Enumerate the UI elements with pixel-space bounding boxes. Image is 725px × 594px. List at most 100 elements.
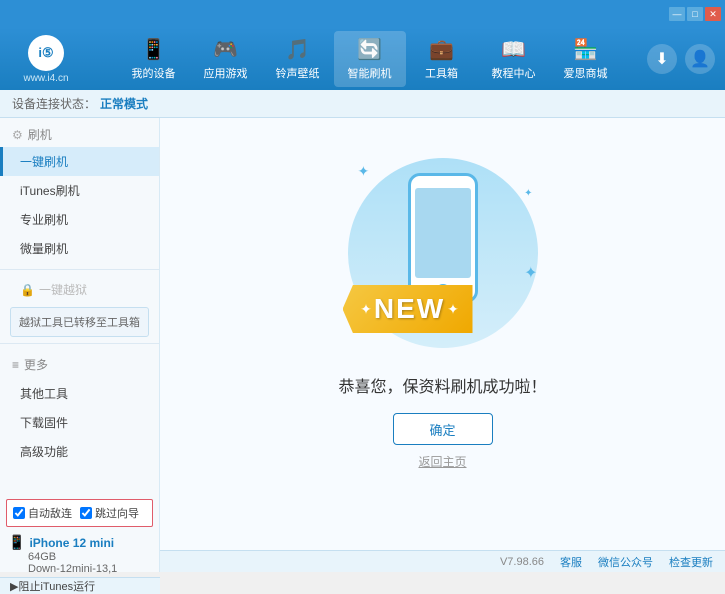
minimize-button[interactable]: — bbox=[669, 7, 685, 21]
wallpaper-icon: 🎵 bbox=[285, 37, 310, 62]
wallpaper-label: 铃声壁纸 bbox=[276, 65, 320, 81]
new-banner: ✦ NEW ✦ bbox=[343, 285, 473, 333]
auto-connect-checkbox-container[interactable]: 自动敌连 bbox=[13, 505, 72, 521]
sidebar-item-download-firmware[interactable]: 下载固件 bbox=[0, 408, 159, 437]
itunes-icon: ▶ bbox=[10, 580, 18, 593]
auto-connect-checkbox[interactable] bbox=[13, 507, 25, 519]
app-games-label: 应用游戏 bbox=[204, 65, 248, 81]
window-controls: — □ ✕ bbox=[669, 7, 721, 21]
tutorials-label: 教程中心 bbox=[492, 65, 536, 81]
store-icon: 🏪 bbox=[573, 37, 598, 62]
more-section-icon: ≡ bbox=[12, 358, 19, 372]
flash-section-icon: ⚙ bbox=[12, 128, 23, 142]
device-info-area: 📱 iPhone 12 mini 64GB Down-12mini-13,1 bbox=[0, 531, 159, 577]
jailbreak-label: 一键越狱 bbox=[39, 281, 87, 298]
logo-url: www.i4.cn bbox=[23, 73, 68, 84]
sidebar: ⚙ 刷机 一键刷机 iTunes刷机 专业刷机 微量刷机 🔒 一键越狱 越狱工具… bbox=[0, 118, 160, 495]
flash-section-label: 刷机 bbox=[28, 126, 52, 143]
device-model: Down-12mini-13,1 bbox=[28, 563, 151, 575]
sidebar-divider-1 bbox=[0, 269, 159, 270]
itunes-stop-button[interactable]: ▶ 阻止iTunes运行 bbox=[0, 577, 160, 594]
title-bar: — □ ✕ bbox=[0, 0, 725, 28]
device-storage: 64GB bbox=[28, 551, 151, 563]
pro-flash-label: 专业刷机 bbox=[20, 213, 68, 227]
device-name: iPhone 12 mini bbox=[29, 536, 114, 550]
auto-connect-label: 自动敌连 bbox=[28, 505, 72, 521]
info-box-text: 越狱工具已转移至工具箱 bbox=[19, 317, 140, 329]
flash-section-title: ⚙ 刷机 bbox=[0, 118, 159, 147]
sidebar-item-one-click-flash[interactable]: 一键刷机 bbox=[0, 147, 159, 176]
download-firmware-label: 下载固件 bbox=[20, 416, 68, 430]
toolbox-label: 工具箱 bbox=[425, 65, 458, 81]
logo-icon: i⑤ bbox=[28, 35, 64, 71]
app-games-icon: 🎮 bbox=[213, 37, 238, 62]
version-text: V7.98.66 bbox=[500, 556, 544, 568]
sparkle-icon-1: ✦ bbox=[358, 163, 370, 180]
bottom-status-bar: V7.98.66 客服 微信公众号 检查更新 bbox=[160, 550, 725, 572]
itunes-flash-label: iTunes刷机 bbox=[20, 184, 80, 198]
lower-layout: 自动敌连 跳过向导 📱 iPhone 12 mini 64GB Down-12m… bbox=[0, 495, 725, 572]
nav-bar: i⑤ www.i4.cn 📱 我的设备 🎮 应用游戏 🎵 铃声壁纸 🔄 智能刷机… bbox=[0, 28, 725, 90]
tutorials-icon: 📖 bbox=[501, 37, 526, 62]
more-section-label: 更多 bbox=[24, 356, 48, 373]
sidebar-item-advanced[interactable]: 高级功能 bbox=[0, 437, 159, 466]
toolbox-icon: 💼 bbox=[429, 37, 454, 62]
phone-screen bbox=[415, 188, 471, 278]
device-phone-icon: 📱 bbox=[8, 534, 25, 551]
other-tools-label: 其他工具 bbox=[20, 387, 68, 401]
success-illustration: ✦ ✦ ✦ ✦ NEW ✦ bbox=[333, 143, 553, 363]
lower-sidebar: 自动敌连 跳过向导 📱 iPhone 12 mini 64GB Down-12m… bbox=[0, 495, 160, 572]
lock-icon: 🔒 bbox=[20, 283, 35, 297]
success-title: 恭喜您，保资料刷机成功啦！ bbox=[338, 373, 546, 397]
nav-item-wallpaper[interactable]: 🎵 铃声壁纸 bbox=[262, 31, 334, 87]
nav-item-toolbox[interactable]: 💼 工具箱 bbox=[406, 31, 478, 87]
sidebar-item-save-flash[interactable]: 微量刷机 bbox=[0, 234, 159, 263]
sidebar-divider-2 bbox=[0, 343, 159, 344]
more-section-title: ≡ 更多 bbox=[0, 350, 159, 379]
save-flash-label: 微量刷机 bbox=[20, 242, 68, 256]
skip-wizard-checkbox-container[interactable]: 跳过向导 bbox=[80, 505, 139, 521]
skip-wizard-checkbox[interactable] bbox=[80, 507, 92, 519]
advanced-label: 高级功能 bbox=[20, 445, 68, 459]
confirm-button[interactable]: 确定 bbox=[393, 413, 493, 445]
phone-illustration bbox=[408, 173, 478, 303]
sparkle-icon-3: ✦ bbox=[524, 263, 537, 283]
wechat-link[interactable]: 微信公众号 bbox=[598, 554, 653, 570]
close-button[interactable]: ✕ bbox=[705, 7, 721, 21]
account-button[interactable]: 👤 bbox=[685, 44, 715, 74]
nav-item-app-games[interactable]: 🎮 应用游戏 bbox=[190, 31, 262, 87]
status-bar: 设备连接状态： 正常模式 bbox=[0, 90, 725, 118]
lower-main: V7.98.66 客服 微信公众号 检查更新 bbox=[160, 495, 725, 572]
star-right-icon: ✦ bbox=[447, 301, 459, 318]
logo[interactable]: i⑤ www.i4.cn bbox=[10, 34, 82, 84]
skip-wizard-label: 跳过向导 bbox=[95, 505, 139, 521]
maximize-button[interactable]: □ bbox=[687, 7, 703, 21]
nav-item-my-device[interactable]: 📱 我的设备 bbox=[118, 31, 190, 87]
sidebar-item-other-tools[interactable]: 其他工具 bbox=[0, 379, 159, 408]
status-value: 正常模式 bbox=[100, 95, 148, 112]
nav-item-store[interactable]: 🏪 爱思商城 bbox=[550, 31, 622, 87]
nav-item-tutorials[interactable]: 📖 教程中心 bbox=[478, 31, 550, 87]
store-label: 爱思商城 bbox=[564, 65, 608, 81]
sidebar-info-box: 越狱工具已转移至工具箱 bbox=[10, 307, 149, 337]
content-area: ✦ ✦ ✦ ✦ NEW ✦ 恭喜您，保资料刷机成功啦！ 确定 返回主页 bbox=[160, 118, 725, 495]
nav-items: 📱 我的设备 🎮 应用游戏 🎵 铃声壁纸 🔄 智能刷机 💼 工具箱 📖 教程中心… bbox=[92, 31, 647, 87]
customer-service-link[interactable]: 客服 bbox=[560, 554, 582, 570]
itunes-stop-label: 阻止iTunes运行 bbox=[18, 578, 95, 594]
smart-flash-icon: 🔄 bbox=[357, 37, 382, 62]
download-button[interactable]: ⬇ bbox=[647, 44, 677, 74]
new-badge-text: NEW bbox=[374, 293, 445, 325]
smart-flash-label: 智能刷机 bbox=[348, 65, 392, 81]
sidebar-item-pro-flash[interactable]: 专业刷机 bbox=[0, 205, 159, 234]
star-left-icon: ✦ bbox=[360, 301, 372, 318]
main-layout: ⚙ 刷机 一键刷机 iTunes刷机 专业刷机 微量刷机 🔒 一键越狱 越狱工具… bbox=[0, 118, 725, 495]
nav-item-smart-flash[interactable]: 🔄 智能刷机 bbox=[334, 31, 406, 87]
sparkle-icon-2: ✦ bbox=[524, 188, 532, 199]
sidebar-item-itunes-flash[interactable]: iTunes刷机 bbox=[0, 176, 159, 205]
back-link[interactable]: 返回主页 bbox=[418, 453, 466, 470]
my-device-icon: 📱 bbox=[141, 37, 166, 62]
banner-shape: ✦ NEW ✦ bbox=[343, 285, 473, 333]
my-device-label: 我的设备 bbox=[132, 65, 176, 81]
check-update-link[interactable]: 检查更新 bbox=[669, 554, 713, 570]
status-label: 设备连接状态： bbox=[12, 95, 96, 112]
